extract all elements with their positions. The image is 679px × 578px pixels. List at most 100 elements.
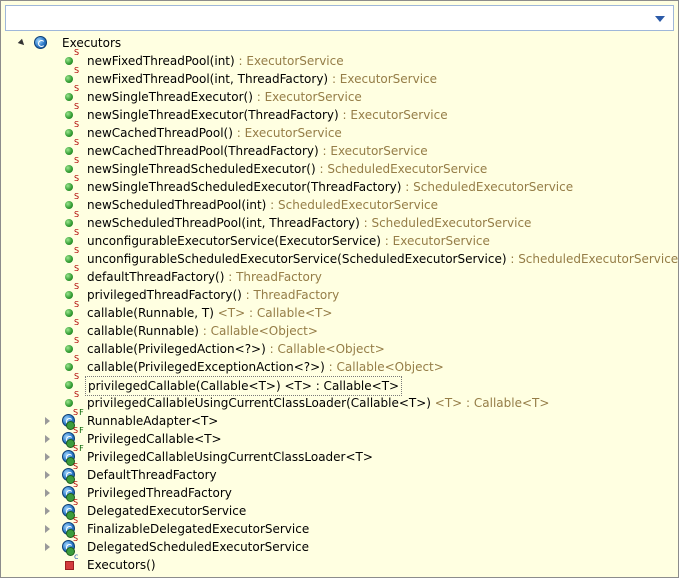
class-label: DelegatedExecutorService (87, 504, 247, 518)
filter-bar[interactable] (5, 5, 674, 31)
static-modifier: S (74, 264, 80, 273)
collapse-twisty-icon[interactable] (45, 525, 50, 533)
static-modifier: S (74, 120, 80, 129)
nested-class-node[interactable]: S FinalizableDelegatedExecutorService (1, 516, 679, 538)
method-node[interactable]: SnewCachedThreadPool(ThreadFactory) : Ex… (1, 138, 679, 160)
method-node[interactable]: Scallable(Runnable) : Callable<Object> (1, 318, 679, 340)
constructor-node[interactable]: c Executors() (1, 552, 679, 574)
method-node[interactable]: Scallable(PrivilegedAction<?>) : Callabl… (1, 336, 679, 358)
method-node[interactable]: SunconfigurableScheduledExecutorService(… (1, 246, 679, 268)
method-signature: privilegedCallableUsingCurrentClassLoade… (87, 394, 549, 412)
outline-tree: Executors SnewFixedThreadPool(int) : Exe… (1, 34, 679, 574)
collapse-twisty-icon[interactable] (45, 489, 50, 497)
method-name: newSingleThreadExecutor(ThreadFactory) (87, 108, 339, 122)
return-type: : Callable<T> (245, 306, 333, 320)
method-name: callable(PrivilegedAction<?>) (87, 342, 266, 356)
method-signature: callable(PrivilegedAction<?>) : Callable… (87, 340, 385, 358)
method-node[interactable]: SnewFixedThreadPool(int, ThreadFactory) … (1, 66, 679, 88)
method-signature: callable(Runnable) : Callable<Object> (87, 322, 318, 340)
collapse-twisty-icon[interactable] (45, 417, 50, 425)
method-node[interactable]: SnewFixedThreadPool(int) : ExecutorServi… (1, 48, 679, 70)
nested-class-node[interactable]: S PrivilegedThreadFactory (1, 480, 679, 502)
static-modifier: S (74, 318, 80, 327)
outline-view: Executors SnewFixedThreadPool(int) : Exe… (0, 0, 679, 578)
method-signature: callable(PrivilegedExceptionAction<?>) :… (87, 358, 444, 376)
view-menu-chevron-down-icon[interactable] (655, 16, 665, 22)
method-name: newSingleThreadScheduledExecutor() (87, 162, 316, 176)
method-node[interactable]: SnewSingleThreadScheduledExecutor() : Sc… (1, 156, 679, 178)
return-type: : ExecutorService (380, 234, 490, 248)
static-modifier: SF (73, 444, 84, 453)
nested-class-node[interactable]: S DelegatedScheduledExecutorService (1, 534, 679, 556)
constructor-label: Executors() (87, 558, 156, 572)
method-name: callable(Runnable) (87, 324, 199, 338)
return-type: : ScheduledExecutorService (315, 162, 488, 176)
class-label: DefaultThreadFactory (87, 468, 217, 482)
static-modifier: SF (73, 408, 84, 417)
return-type: : ExecutorService (252, 90, 362, 104)
static-modifier: S (74, 138, 80, 147)
static-modifier: S (74, 390, 80, 399)
static-modifier: S (73, 462, 79, 471)
method-node[interactable]: Scallable(Runnable, T) <T> : Callable<T> (1, 300, 679, 322)
method-node[interactable]: SnewScheduledThreadPool(int) : Scheduled… (1, 192, 679, 214)
method-name: newSingleThreadExecutor() (87, 90, 253, 104)
static-modifier: S (74, 372, 80, 381)
method-signature: unconfigurableScheduledExecutorService(S… (87, 250, 678, 268)
return-type: : Callable<Object> (198, 324, 318, 338)
method-node[interactable]: Scallable(PrivilegedExceptionAction<?>) … (1, 354, 679, 376)
class-label: FinalizableDelegatedExecutorService (87, 522, 310, 536)
method-name: privilegedCallable(Callable<T>) <T> : Ca… (88, 379, 400, 393)
nested-class-node[interactable]: SF RunnableAdapter<T> (1, 408, 679, 430)
method-node[interactable]: SnewSingleThreadScheduledExecutor(Thread… (1, 174, 679, 196)
method-signature: newSingleThreadExecutor(ThreadFactory) :… (87, 106, 448, 124)
return-type: : Callable<T> (462, 396, 550, 410)
method-signature: newFixedThreadPool(int, ThreadFactory) :… (87, 70, 437, 88)
return-type: : ThreadFactory (241, 288, 340, 302)
method-signature: defaultThreadFactory() : ThreadFactory (87, 268, 322, 286)
type-parameter: <T> (430, 396, 463, 410)
type-parameter: <T> (213, 306, 246, 320)
method-signature: privilegedThreadFactory() : ThreadFactor… (87, 286, 339, 304)
method-name: newScheduledThreadPool(int) (87, 198, 267, 212)
return-type: : Callable<Object> (265, 342, 385, 356)
method-node[interactable]: SprivilegedCallable(Callable<T>) <T> : C… (1, 372, 679, 396)
collapse-twisty-icon[interactable] (45, 471, 50, 479)
constructor-modifier: c (74, 552, 79, 561)
method-node[interactable]: SprivilegedThreadFactory() : ThreadFacto… (1, 282, 679, 304)
collapse-twisty-icon[interactable] (45, 453, 50, 461)
tree-node-executors[interactable]: Executors (1, 34, 679, 52)
static-modifier: S (74, 66, 80, 75)
nested-class-node[interactable]: SF PrivilegedCallableUsingCurrentClassLoa… (1, 444, 679, 466)
method-node[interactable]: SnewCachedThreadPool() : ExecutorService (1, 120, 679, 142)
nested-class-node[interactable]: S DelegatedExecutorService (1, 498, 679, 520)
return-type: : ExecutorService (328, 72, 438, 86)
static-modifier: S (74, 192, 80, 201)
method-signature: privilegedCallable(Callable<T>) <T> : Ca… (85, 376, 403, 396)
static-modifier: S (74, 156, 80, 165)
method-signature: unconfigurableExecutorService(ExecutorSe… (87, 232, 490, 250)
method-node[interactable]: SprivilegedCallableUsingCurrentClassLoad… (1, 390, 679, 412)
collapse-twisty-icon[interactable] (45, 543, 50, 551)
collapse-twisty-icon[interactable] (45, 507, 50, 515)
method-node[interactable]: SunconfigurableExecutorService(ExecutorS… (1, 228, 679, 250)
method-node[interactable]: SnewScheduledThreadPool(int, ThreadFacto… (1, 210, 679, 232)
nested-class-node[interactable]: SF PrivilegedCallable<T> (1, 426, 679, 448)
class-label: PrivilegedThreadFactory (87, 486, 232, 500)
class-label: DelegatedScheduledExecutorService (87, 540, 310, 554)
static-modifier: S (74, 48, 80, 57)
method-signature: newSingleThreadScheduledExecutor(ThreadF… (87, 178, 573, 196)
static-modifier: S (74, 174, 80, 183)
collapse-twisty-icon[interactable] (45, 435, 50, 443)
nested-class-node[interactable]: S DefaultThreadFactory (1, 462, 679, 484)
method-node[interactable]: SnewSingleThreadExecutor() : ExecutorSer… (1, 84, 679, 106)
expand-twisty-icon[interactable] (17, 38, 27, 48)
return-type: : ThreadFactory (224, 270, 322, 284)
static-modifier: S (73, 480, 79, 489)
return-type: : ExecutorService (234, 54, 344, 68)
root-label: Executors (62, 36, 122, 50)
method-node[interactable]: SdefaultThreadFactory() : ThreadFactory (1, 264, 679, 286)
static-modifier: S (74, 210, 80, 219)
static-modifier: S (74, 354, 80, 363)
method-node[interactable]: SnewSingleThreadExecutor(ThreadFactory) … (1, 102, 679, 124)
